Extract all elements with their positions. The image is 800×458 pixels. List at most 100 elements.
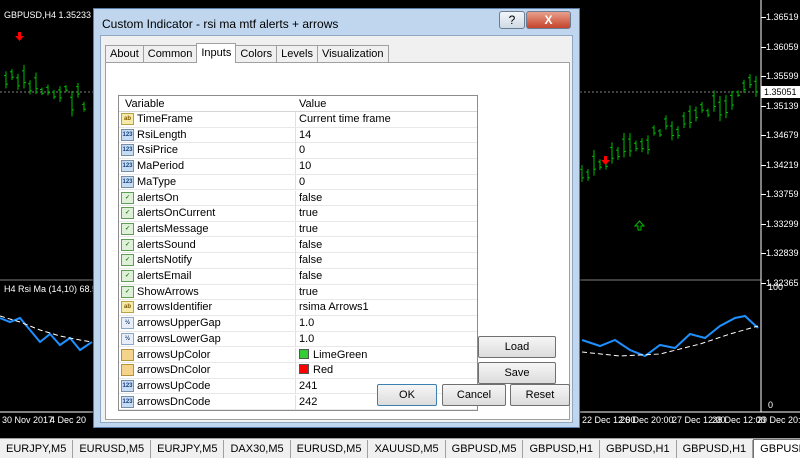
cancel-button[interactable]: Cancel [442,384,506,406]
current-price-label: 1.35051 [761,86,800,98]
param-value[interactable]: Current time frame [299,113,391,125]
chart-tab[interactable]: GBPUSD,H4 [753,439,800,458]
close-button[interactable]: X [526,11,571,29]
chart-tab[interactable]: GBPUSD,H1 [523,439,601,458]
chart-tab[interactable]: EURUSD,M5 [291,439,369,458]
col-value: Value [299,98,327,110]
integer-param-icon: 123 [121,144,134,157]
param-name: arrowsUpCode [137,379,211,392]
tab-colors[interactable]: Colors [235,45,278,63]
indicator-title: H4 Rsi Ma (14,10) 68.540 [4,284,108,294]
param-value[interactable]: 14 [299,129,311,141]
param-value[interactable]: false [299,254,322,266]
param-row[interactable]: arrowsUpColor LimeGreen [119,347,477,364]
param-value[interactable]: 241 [299,380,317,392]
param-name: ShowArrows [137,285,199,298]
time-tick: 4 Dec 20 [50,415,87,425]
param-row[interactable]: ✓ alertsOn false [119,190,477,207]
chart-tab[interactable]: GBPUSD,H1 [677,439,754,458]
indicator-axis-min: 0 [768,400,774,410]
param-row[interactable]: 123 MaType 0 [119,174,477,191]
param-name: alertsMessage [137,222,209,235]
chart-tab[interactable]: DAX30,M5 [224,439,291,458]
load-button[interactable]: Load [478,336,556,358]
param-value[interactable]: 10 [299,160,311,172]
param-row[interactable]: ✓ alertsNotify false [119,253,477,269]
param-row[interactable]: ✓ alertsEmail false [119,269,477,285]
param-row[interactable]: ab arrowsIdentifier rsima Arrows1 [119,300,477,316]
dialog-body: About Common Inputs Colors Levels Visualizati… [100,35,573,423]
param-value[interactable]: Red [299,364,333,376]
param-name: MaType [137,175,177,188]
param-value[interactable]: true [299,207,318,219]
param-name: alertsNotify [137,254,193,267]
param-value[interactable]: true [299,223,318,235]
param-name: arrowsLowerGap [137,332,221,345]
param-row[interactable]: 123 RsiPrice 0 [119,143,477,159]
param-row[interactable]: ½ arrowsUpperGap 1.0 [119,316,477,332]
bool-param-icon: ✓ [121,270,134,282]
param-name: MaPeriod [137,160,185,173]
chart-tab-bar: EURJPY,M5 EURUSD,M5 EURJPY,M5 DAX30,M5 EURUS… [0,438,800,458]
param-value[interactable]: true [299,286,318,298]
chart-title: GBPUSD,H4 1.35233 [4,10,92,20]
tab-levels[interactable]: Levels [276,45,318,63]
tab-common[interactable]: Common [142,45,198,63]
param-row[interactable]: ✓ alertsSound false [119,237,477,254]
param-name: RsiPrice [137,144,178,157]
chart-tab[interactable]: EURJPY,M5 [151,439,225,458]
param-name: arrowsUpColor [137,348,211,361]
tab-inputs[interactable]: Inputs [196,43,237,63]
down-arrow-icon [601,156,610,165]
param-name: arrowsDnCode [137,395,211,408]
param-value[interactable]: false [299,192,322,204]
param-value[interactable]: false [299,239,322,251]
param-row[interactable]: ab TimeFrame Current time frame [119,112,477,128]
chart-tab[interactable]: EURUSD,M5 [73,439,152,458]
bool-param-icon: ✓ [121,254,134,267]
up-arrow-icon [633,220,646,231]
param-value[interactable]: rsima Arrows1 [299,301,369,313]
price-tick: 1.34219 [766,159,799,170]
param-value[interactable]: 1.0 [299,317,314,329]
dialog-tabs: About Common Inputs Colors Levels Visualizati… [105,43,389,63]
param-value[interactable]: false [299,270,322,282]
grid-header: Variable Value [119,96,477,112]
param-value[interactable]: 1.0 [299,333,314,345]
price-tick: 1.35599 [766,71,799,81]
integer-param-icon: 123 [121,128,134,141]
param-row[interactable]: ½ arrowsLowerGap 1.0 [119,331,477,348]
help-button[interactable]: ? [499,11,525,29]
param-name: arrowsDnColor [137,364,211,377]
ok-button[interactable]: OK [377,384,437,406]
chart-tab[interactable]: EURJPY,M5 [0,439,74,458]
bool-param-icon: ✓ [121,222,134,235]
reset-button[interactable]: Reset [510,384,570,406]
param-row[interactable]: 123 RsiLength 14 [119,127,477,144]
chart-tab[interactable]: GBPUSD,M5 [446,439,524,458]
bool-param-icon: ✓ [121,285,134,298]
param-row[interactable]: 123 MaPeriod 10 [119,159,477,175]
param-value[interactable]: 0 [299,144,305,156]
param-name: alertsOn [137,191,179,204]
param-value[interactable]: 0 [299,176,305,188]
param-value[interactable]: LimeGreen [299,348,367,361]
indicator-axis-max: 100 [768,282,784,292]
chart-tab[interactable]: XAUUSD,M5 [368,439,446,458]
custom-indicator-dialog: Custom Indicator - rsi ma mtf alerts + a… [93,8,580,428]
param-row[interactable]: ✓ alertsMessage true [119,221,477,238]
inputs-grid[interactable]: Variable Value ab TimeFrame Current time f… [118,95,478,411]
time-tick: 30 Nov 2017 [2,415,54,425]
param-name: alertsOnCurrent [137,207,216,220]
text-param-icon: ab [121,113,134,125]
dialog-titlebar[interactable]: Custom Indicator - rsi ma mtf alerts + a… [94,9,579,37]
tab-about[interactable]: About [105,45,144,63]
integer-param-icon: 123 [121,160,134,173]
param-value[interactable]: 242 [299,396,317,408]
chart-tab[interactable]: GBPUSD,H1 [600,439,677,458]
param-row[interactable]: ✓ alertsOnCurrent true [119,206,477,222]
param-row[interactable]: ✓ ShowArrows true [119,284,477,301]
param-row[interactable]: arrowsDnColor Red [119,363,477,379]
tab-visualization[interactable]: Visualization [316,45,389,63]
save-button[interactable]: Save [478,362,556,384]
